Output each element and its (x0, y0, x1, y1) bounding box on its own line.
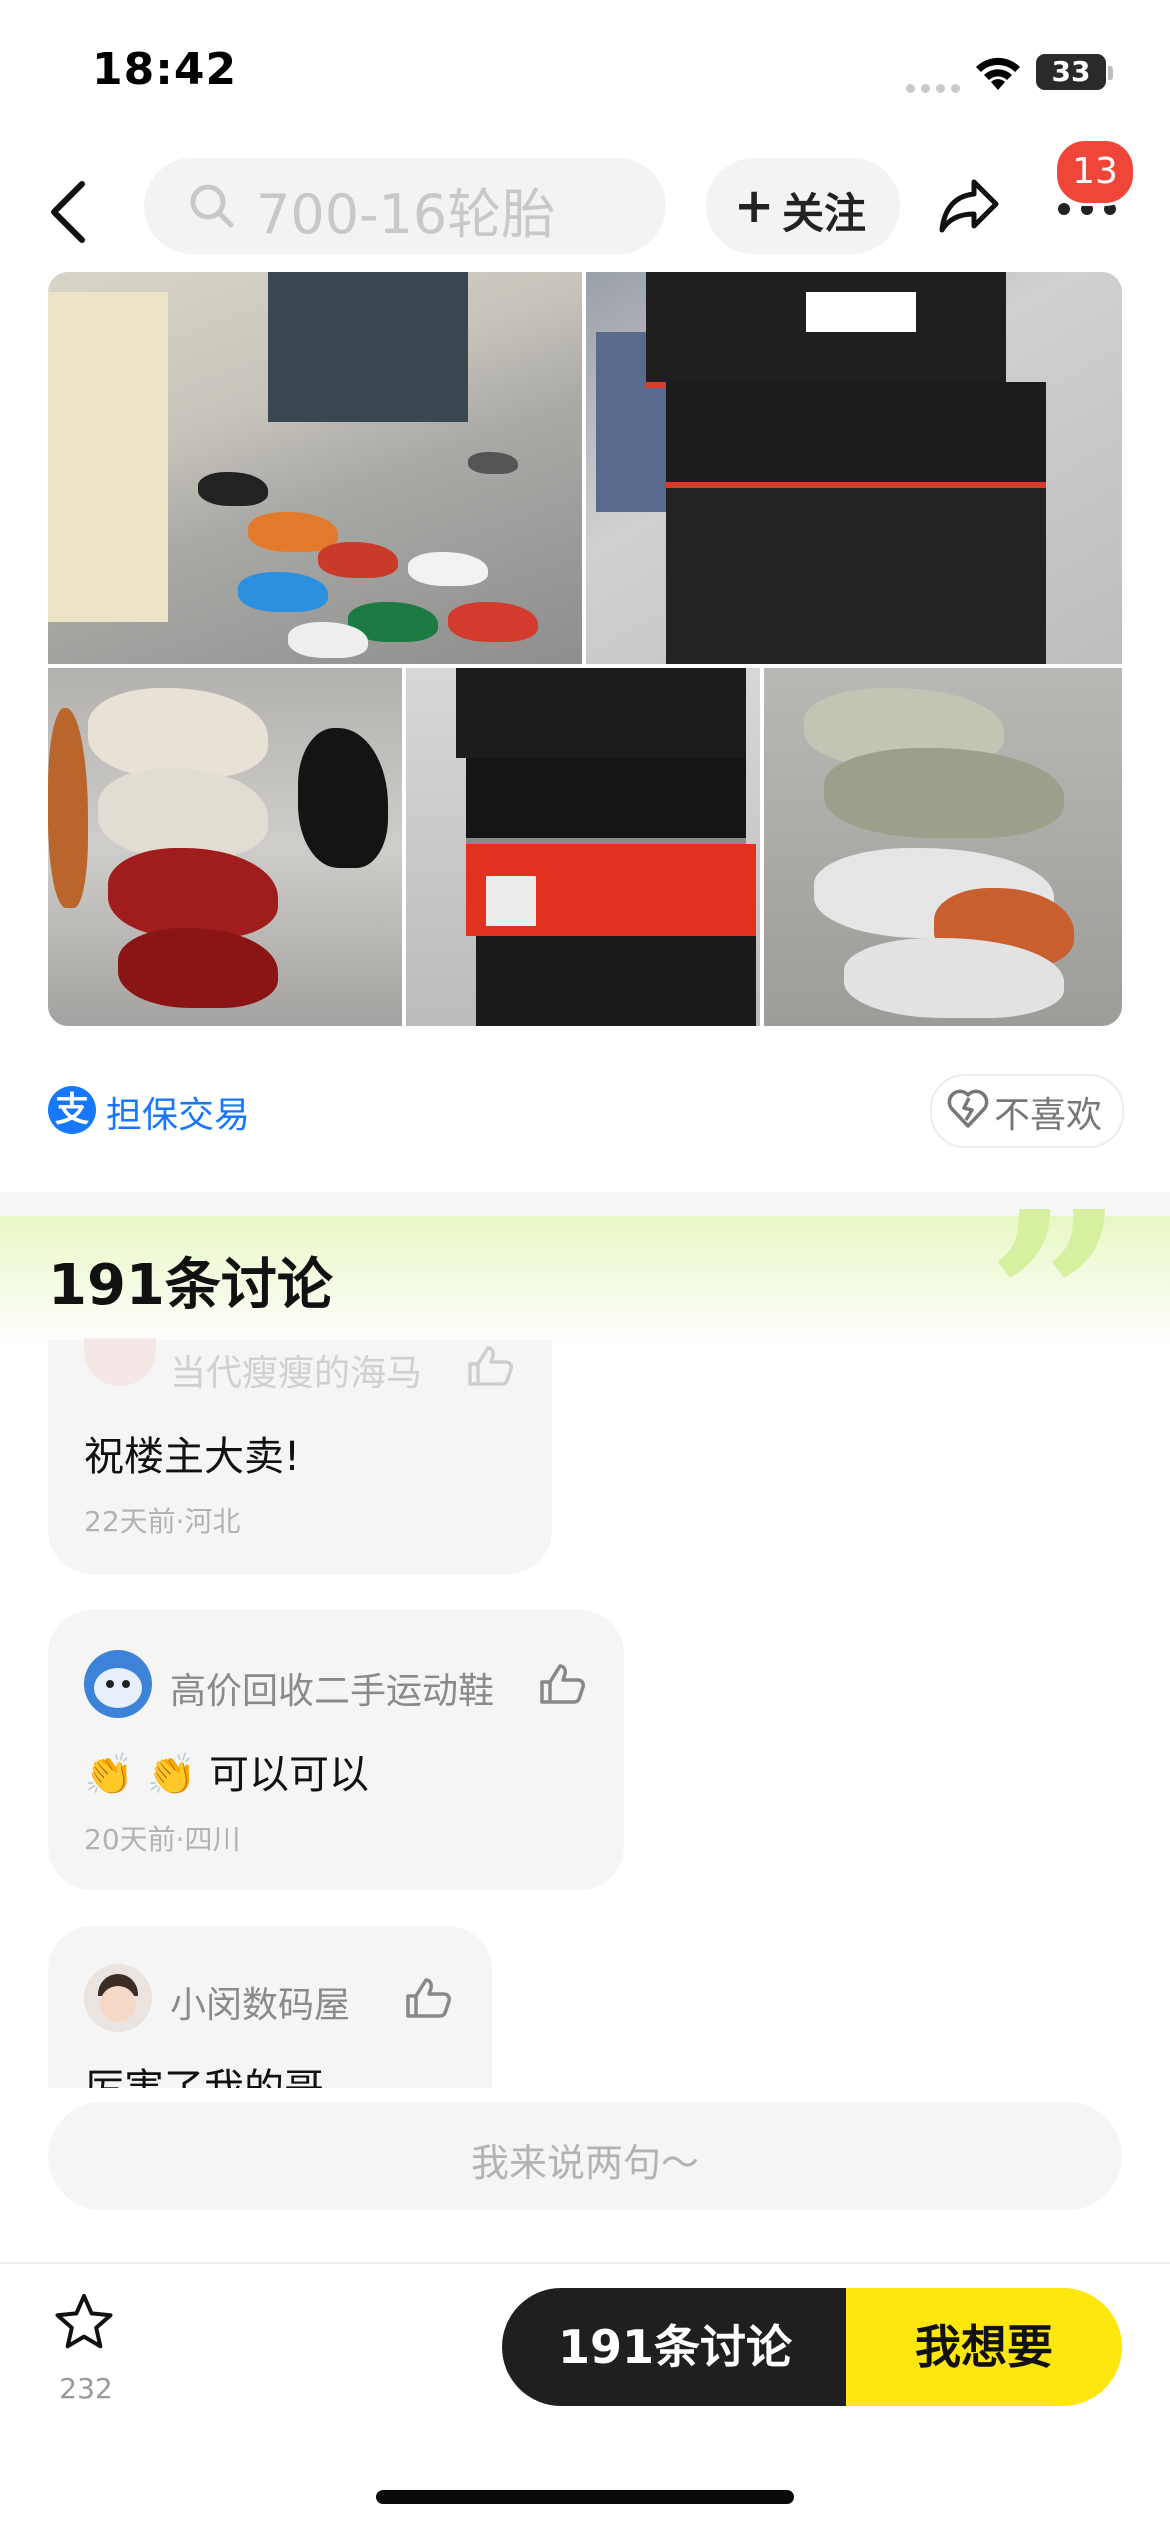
comment-user[interactable]: 高价回收二手运动鞋 (170, 1662, 494, 1714)
comment-clip: 小闵数码屋 厉害了我的哥 (0, 1926, 1170, 2088)
signal-icon (906, 78, 966, 97)
notification-badge: 13 (1054, 138, 1136, 206)
comment-text: 厉害了我的哥 (84, 2056, 324, 2088)
battery-tip (1108, 66, 1113, 80)
discussion-title: 191条讨论 (48, 1253, 333, 1318)
product-photo-2[interactable] (586, 272, 1122, 664)
comment-text: 👏 👏 可以可以 (84, 1752, 370, 1798)
thumb-up-icon[interactable] (404, 1976, 452, 2024)
avatar[interactable] (84, 1650, 152, 1718)
alipay-icon: 支 (48, 1086, 96, 1134)
search-placeholder: 700-16轮胎 (256, 183, 556, 246)
comment-meta: 22天前·河北 (84, 1505, 241, 1538)
wifi-icon (972, 52, 1024, 96)
share-button[interactable] (938, 174, 1002, 240)
comment-input-placeholder: 我来说两句～ (470, 2141, 699, 2185)
product-photo-5[interactable] (764, 668, 1122, 1026)
favorite-button[interactable] (52, 2290, 116, 2358)
status-time: 18:42 (92, 44, 238, 95)
avatar[interactable] (84, 1964, 152, 2032)
comment-user[interactable]: 当代瘦瘦的海马 (170, 1344, 422, 1396)
back-icon (51, 181, 85, 243)
thumb-up-icon[interactable] (466, 1344, 514, 1392)
share-icon (939, 179, 999, 233)
comment-meta: 20天前·四川 (84, 1823, 241, 1856)
thumb-up-icon[interactable] (538, 1662, 586, 1710)
guarantee-label[interactable]: 担保交易 (106, 1086, 250, 1138)
product-photo-1[interactable] (48, 272, 582, 664)
product-photo-3[interactable] (48, 668, 402, 1026)
search-icon (186, 180, 238, 236)
dislike-label: 不喜欢 (994, 1095, 1103, 1136)
want-button[interactable]: 我想要 (846, 2288, 1122, 2406)
comment-text: 祝楼主大卖! (84, 1434, 301, 1480)
follow-label: 关注 (782, 189, 867, 238)
comment-user[interactable]: 小闵数码屋 (170, 1976, 350, 2028)
bottom-divider (0, 2262, 1170, 2264)
back-button[interactable] (44, 176, 100, 248)
home-indicator (376, 2490, 794, 2504)
product-photo-4[interactable] (406, 668, 760, 1026)
quote-icon: ” (986, 1159, 1125, 1441)
plus-icon: + (734, 178, 775, 234)
star-icon (55, 2294, 113, 2349)
broken-heart-icon (946, 1086, 990, 1134)
favorite-count: 232 (59, 2372, 113, 2405)
battery-icon: 33 (1036, 54, 1106, 90)
discuss-button[interactable]: 191条讨论 (502, 2288, 848, 2406)
